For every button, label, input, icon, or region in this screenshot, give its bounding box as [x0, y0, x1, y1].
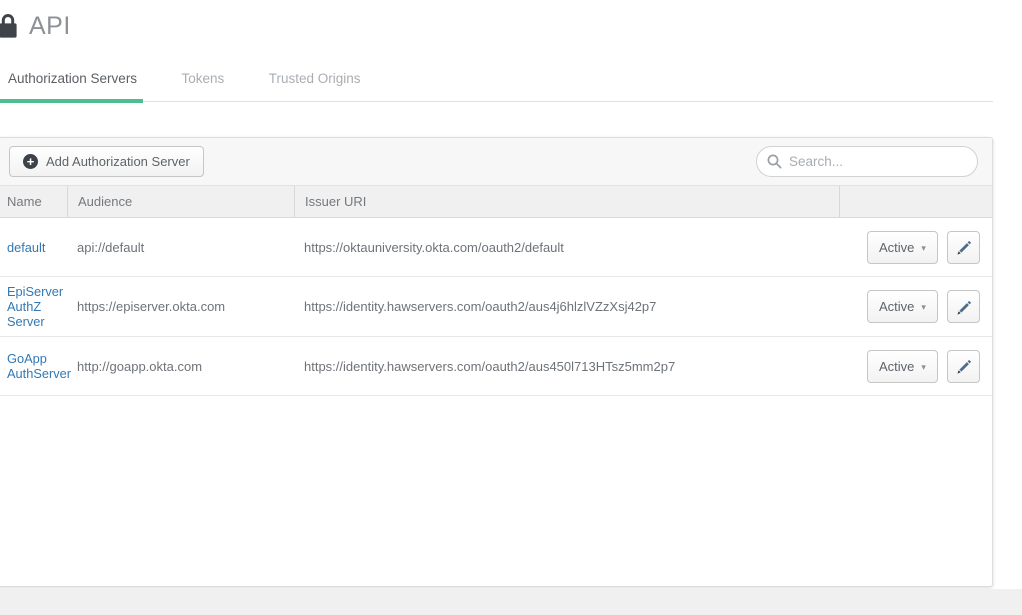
column-header-actions: [839, 186, 992, 217]
add-authorization-server-label: Add Authorization Server: [46, 154, 190, 169]
chevron-down-icon: ▾: [921, 361, 926, 372]
page-header: API: [0, 12, 71, 41]
column-header-audience[interactable]: Audience: [67, 186, 294, 217]
audience-value: api://default: [67, 240, 294, 255]
search-box: [756, 146, 978, 177]
page-title: API: [29, 12, 71, 41]
row-actions: Active ▾: [839, 290, 992, 323]
edit-pencil-button[interactable]: [947, 290, 980, 323]
row-actions: Active ▾: [839, 350, 992, 383]
tab-trusted-origins[interactable]: Trusted Origins: [269, 71, 361, 101]
edit-pencil-button[interactable]: [947, 350, 980, 383]
table-header-row: Name Audience Issuer URI: [0, 186, 992, 218]
issuer-uri-value: https://oktauniversity.okta.com/oauth2/d…: [294, 240, 839, 255]
lock-icon: [0, 13, 20, 40]
issuer-uri-value: https://identity.hawservers.com/oauth2/a…: [294, 299, 839, 314]
tab-tokens[interactable]: Tokens: [182, 71, 225, 101]
active-tab-underline: [0, 99, 143, 103]
column-header-issuer-uri[interactable]: Issuer URI: [294, 186, 839, 217]
table-toolbar: + Add Authorization Server: [0, 138, 992, 186]
pencil-icon: [955, 239, 971, 255]
plus-circle-icon: +: [23, 154, 38, 169]
audience-value: https://episerver.okta.com: [67, 299, 294, 314]
authserver-name-link[interactable]: default: [0, 240, 67, 255]
table-row: GoApp AuthServer http://goapp.okta.com h…: [0, 337, 992, 396]
table-row: default api://default https://oktauniver…: [0, 218, 992, 277]
status-dropdown[interactable]: Active ▾: [867, 290, 938, 323]
status-label: Active: [879, 240, 914, 255]
status-dropdown[interactable]: Active ▾: [867, 231, 938, 264]
pencil-icon: [955, 358, 971, 374]
page-footer-strip: [0, 589, 1022, 615]
search-input[interactable]: [756, 146, 978, 177]
authserver-name-link[interactable]: GoApp AuthServer: [0, 351, 67, 381]
issuer-uri-value: https://identity.hawservers.com/oauth2/a…: [294, 359, 839, 374]
chevron-down-icon: ▾: [921, 301, 926, 312]
edit-pencil-button[interactable]: [947, 231, 980, 264]
chevron-down-icon: ▾: [921, 242, 926, 253]
audience-value: http://goapp.okta.com: [67, 359, 294, 374]
column-header-name[interactable]: Name: [0, 186, 67, 217]
status-label: Active: [879, 359, 914, 374]
authorization-servers-panel: + Add Authorization Server Name Audience…: [0, 137, 993, 587]
status-label: Active: [879, 299, 914, 314]
pencil-icon: [955, 299, 971, 315]
search-icon: [766, 153, 783, 170]
table-row: EpiServer AuthZ Server https://episerver…: [0, 277, 992, 337]
status-dropdown[interactable]: Active ▾: [867, 350, 938, 383]
row-actions: Active ▾: [839, 231, 992, 264]
tab-authorization-servers[interactable]: Authorization Servers: [8, 71, 137, 101]
authserver-name-link[interactable]: EpiServer AuthZ Server: [0, 284, 67, 329]
add-authorization-server-button[interactable]: + Add Authorization Server: [9, 146, 204, 177]
tab-bar: Authorization Servers Tokens Trusted Ori…: [0, 70, 993, 102]
